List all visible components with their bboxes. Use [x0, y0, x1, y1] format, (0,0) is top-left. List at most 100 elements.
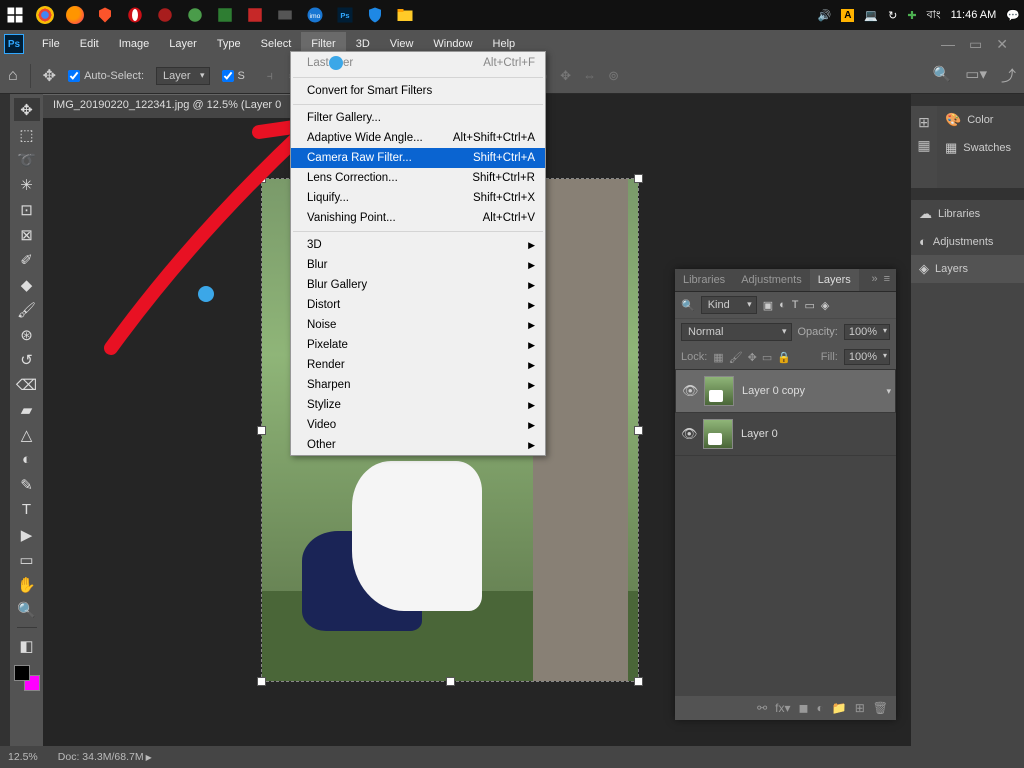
quick-select-tool[interactable]: ✳ — [14, 173, 40, 196]
explorer-icon[interactable] — [394, 4, 416, 26]
lock-position-icon[interactable]: ✥ — [748, 351, 757, 364]
filter-render-submenu[interactable]: Render▶ — [291, 355, 545, 375]
move-tool[interactable]: ✥ — [14, 98, 40, 121]
fill-value[interactable]: 100% — [844, 349, 890, 365]
kind-shape-icon[interactable]: ▭ — [805, 299, 815, 312]
clock[interactable]: 11:46 AM — [951, 9, 997, 21]
visibility-toggle[interactable]: 👁 — [682, 383, 696, 399]
kind-smart-icon[interactable]: ◈ — [821, 299, 829, 312]
type-tool[interactable]: T — [14, 498, 40, 521]
3d-slide-icon[interactable]: ⇔ — [581, 67, 599, 85]
link-layers-icon[interactable]: ⚯ — [757, 701, 767, 715]
lock-paint-icon[interactable]: 🖌 — [729, 351, 743, 364]
handle-mid-left[interactable] — [257, 426, 266, 435]
layer-row[interactable]: 👁 Layer 0 — [675, 413, 896, 456]
menu-type[interactable]: Type — [207, 32, 251, 56]
layer-name[interactable]: Layer 0 copy — [742, 385, 805, 397]
filter-3d-submenu[interactable]: 3D▶ — [291, 235, 545, 255]
lock-pixels-icon[interactable]: ▦ — [713, 351, 723, 364]
color-panel-tab[interactable]: 🎨Color — [937, 106, 1024, 134]
info-icon[interactable]: ▦ — [917, 137, 930, 154]
visibility-toggle[interactable]: 👁 — [681, 426, 695, 442]
hand-tool[interactable]: ✋ — [14, 573, 40, 596]
filter-video-submenu[interactable]: Video▶ — [291, 415, 545, 435]
auto-select-checkbox[interactable]: Auto-Select: — [68, 70, 144, 82]
rectangle-tool[interactable]: ▭ — [14, 548, 40, 571]
lp-tab-libraries[interactable]: Libraries — [675, 269, 733, 291]
3d-pan-icon[interactable]: ✥ — [557, 67, 575, 85]
zoom-tool[interactable]: 🔍 — [14, 598, 40, 621]
pen-tool[interactable]: ✎ — [14, 473, 40, 496]
handle-bottom-left[interactable] — [257, 677, 266, 686]
filter-vanishing-point[interactable]: Vanishing Point...Alt+Ctrl+V — [291, 208, 545, 228]
color-swatches[interactable] — [14, 665, 40, 691]
brush-tool[interactable]: 🖌 — [14, 298, 40, 321]
blend-mode-select[interactable]: Normal — [681, 323, 792, 341]
sync-icon[interactable]: ↻ — [888, 9, 897, 22]
filter-other-submenu[interactable]: Other▶ — [291, 435, 545, 455]
dodge-tool[interactable]: ◐ — [14, 448, 40, 471]
filter-convert-smart[interactable]: Convert for Smart Filters — [291, 81, 545, 101]
handle-bottom-mid[interactable] — [446, 677, 455, 686]
marquee-tool[interactable]: ⬚ — [14, 123, 40, 146]
home-icon[interactable]: ⌂ — [8, 67, 18, 85]
filter-last[interactable]: Last Fer Alt+Ctrl+F — [291, 52, 545, 74]
filter-kind-select[interactable]: Kind — [701, 296, 757, 314]
app-icon-globe[interactable] — [184, 4, 206, 26]
delete-layer-icon[interactable]: 🗑 — [873, 701, 888, 715]
imo-icon[interactable]: imo — [304, 4, 326, 26]
search-icon[interactable]: 🔍 — [933, 65, 952, 86]
shield-icon[interactable] — [364, 4, 386, 26]
keyboard-lang[interactable]: বাং — [927, 6, 941, 25]
lock-all-icon[interactable]: 🔒 — [777, 351, 791, 364]
lp-tab-layers[interactable]: Layers — [810, 269, 859, 291]
history-brush-tool[interactable]: ↺ — [14, 348, 40, 371]
menu-edit[interactable]: Edit — [70, 32, 109, 56]
handle-top-right[interactable] — [634, 174, 643, 183]
frame-tool[interactable]: ⊠ — [14, 223, 40, 246]
minimize-button[interactable]: — — [941, 36, 955, 53]
filter-blur-submenu[interactable]: Blur▶ — [291, 255, 545, 275]
app-icon-3[interactable] — [244, 4, 266, 26]
start-button[interactable] — [4, 4, 26, 26]
group-icon[interactable]: 📁 — [832, 701, 847, 715]
crop-tool[interactable]: ⊡ — [14, 198, 40, 221]
app-icon-4[interactable] — [274, 4, 296, 26]
action-center-icon[interactable]: 💬 — [1006, 9, 1020, 22]
brave-icon[interactable] — [94, 4, 116, 26]
opacity-value[interactable]: 100% — [844, 324, 890, 340]
clone-tool[interactable]: ⊛ — [14, 323, 40, 346]
filter-gallery[interactable]: Filter Gallery... — [291, 108, 545, 128]
workspace-icon[interactable]: ▭▾ — [965, 65, 987, 86]
adjustments-panel-tab[interactable]: ◐Adjustments — [911, 228, 1024, 255]
filter-noise-submenu[interactable]: Noise▶ — [291, 315, 545, 335]
chrome-icon[interactable] — [34, 4, 56, 26]
lasso-tool[interactable]: ➰ — [14, 148, 40, 171]
menu-file[interactable]: File — [32, 32, 70, 56]
layer-row[interactable]: 👁 Layer 0 copy — [675, 369, 896, 413]
3d-zoom-icon[interactable]: ⊚ — [605, 67, 623, 85]
defender-icon[interactable]: ✚ — [907, 9, 916, 22]
document-tab-1[interactable]: IMG_20190220_122341.jpg @ 12.5% (Layer 0 — [43, 94, 292, 118]
menu-image[interactable]: Image — [109, 32, 160, 56]
show-transform-checkbox[interactable]: S — [222, 70, 245, 82]
quickmask-icon[interactable]: ◧ — [14, 634, 40, 657]
lang-indicator[interactable]: A — [841, 9, 854, 22]
layer-fx-icon[interactable]: fx▾ — [775, 701, 790, 715]
filter-blur-gallery-submenu[interactable]: Blur Gallery▶ — [291, 275, 545, 295]
align-left-icon[interactable]: ⫞ — [261, 67, 279, 85]
maximize-button[interactable]: ▭ — [969, 36, 982, 53]
heal-tool[interactable]: ◆ — [14, 273, 40, 296]
layer-thumbnail[interactable] — [704, 376, 734, 406]
doc-info[interactable]: Doc: 34.3M/68.7M▶ — [58, 751, 152, 763]
filter-liquify[interactable]: Liquify...Shift+Ctrl+X — [291, 188, 545, 208]
expand-right-icon[interactable]: » — [871, 273, 877, 287]
kind-pixel-icon[interactable]: ▣ — [763, 299, 773, 312]
menu-layer[interactable]: Layer — [159, 32, 207, 56]
kind-adjust-icon[interactable]: ◐ — [779, 299, 786, 311]
app-icon-1[interactable] — [154, 4, 176, 26]
layer-mask-icon[interactable]: ◼ — [799, 701, 809, 715]
zoom-level[interactable]: 12.5% — [8, 751, 38, 763]
eyedropper-tool[interactable]: ✐ — [14, 248, 40, 271]
new-layer-icon[interactable]: ⊞ — [855, 701, 865, 715]
